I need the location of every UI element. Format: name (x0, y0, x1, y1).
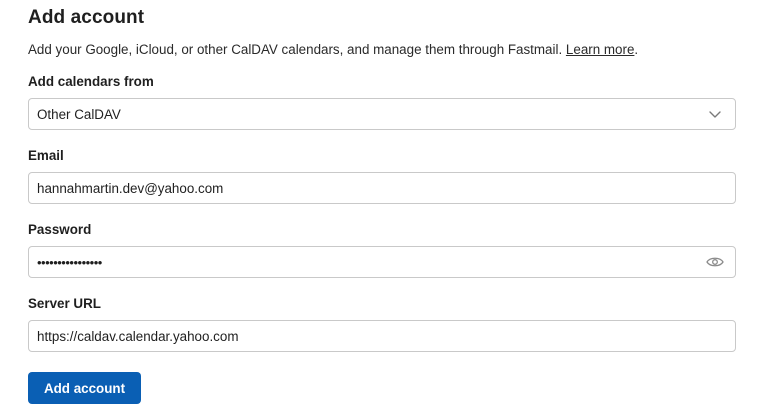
learn-more-link[interactable]: Learn more (566, 42, 634, 57)
source-label: Add calendars from (28, 74, 154, 89)
page-title: Add account (28, 7, 145, 28)
page-description: Add your Google, iCloud, or other CalDAV… (28, 42, 638, 57)
email-label: Email (28, 148, 64, 163)
server-url-field[interactable]: https://caldav.calendar.yahoo.com (28, 320, 736, 352)
calendar-source-value: Other CalDAV (37, 106, 121, 122)
description-text: Add your Google, iCloud, or other CalDAV… (28, 42, 563, 57)
password-field[interactable]: •••••••••••••••• (28, 246, 736, 278)
eye-icon[interactable] (705, 252, 725, 272)
add-account-button[interactable]: Add account (28, 372, 141, 404)
calendar-source-select[interactable]: Other CalDAV (28, 98, 736, 130)
server-url-value: https://caldav.calendar.yahoo.com (37, 328, 239, 344)
description-period: . (634, 42, 639, 57)
password-value: •••••••••••••••• (37, 254, 102, 270)
server-url-label: Server URL (28, 296, 101, 311)
chevron-down-icon (705, 104, 725, 124)
add-account-panel: Add account Add your Google, iCloud, or … (0, 0, 773, 418)
email-field[interactable]: hannahmartin.dev@yahoo.com (28, 172, 736, 204)
email-value: hannahmartin.dev@yahoo.com (37, 180, 224, 196)
password-label: Password (28, 222, 92, 237)
